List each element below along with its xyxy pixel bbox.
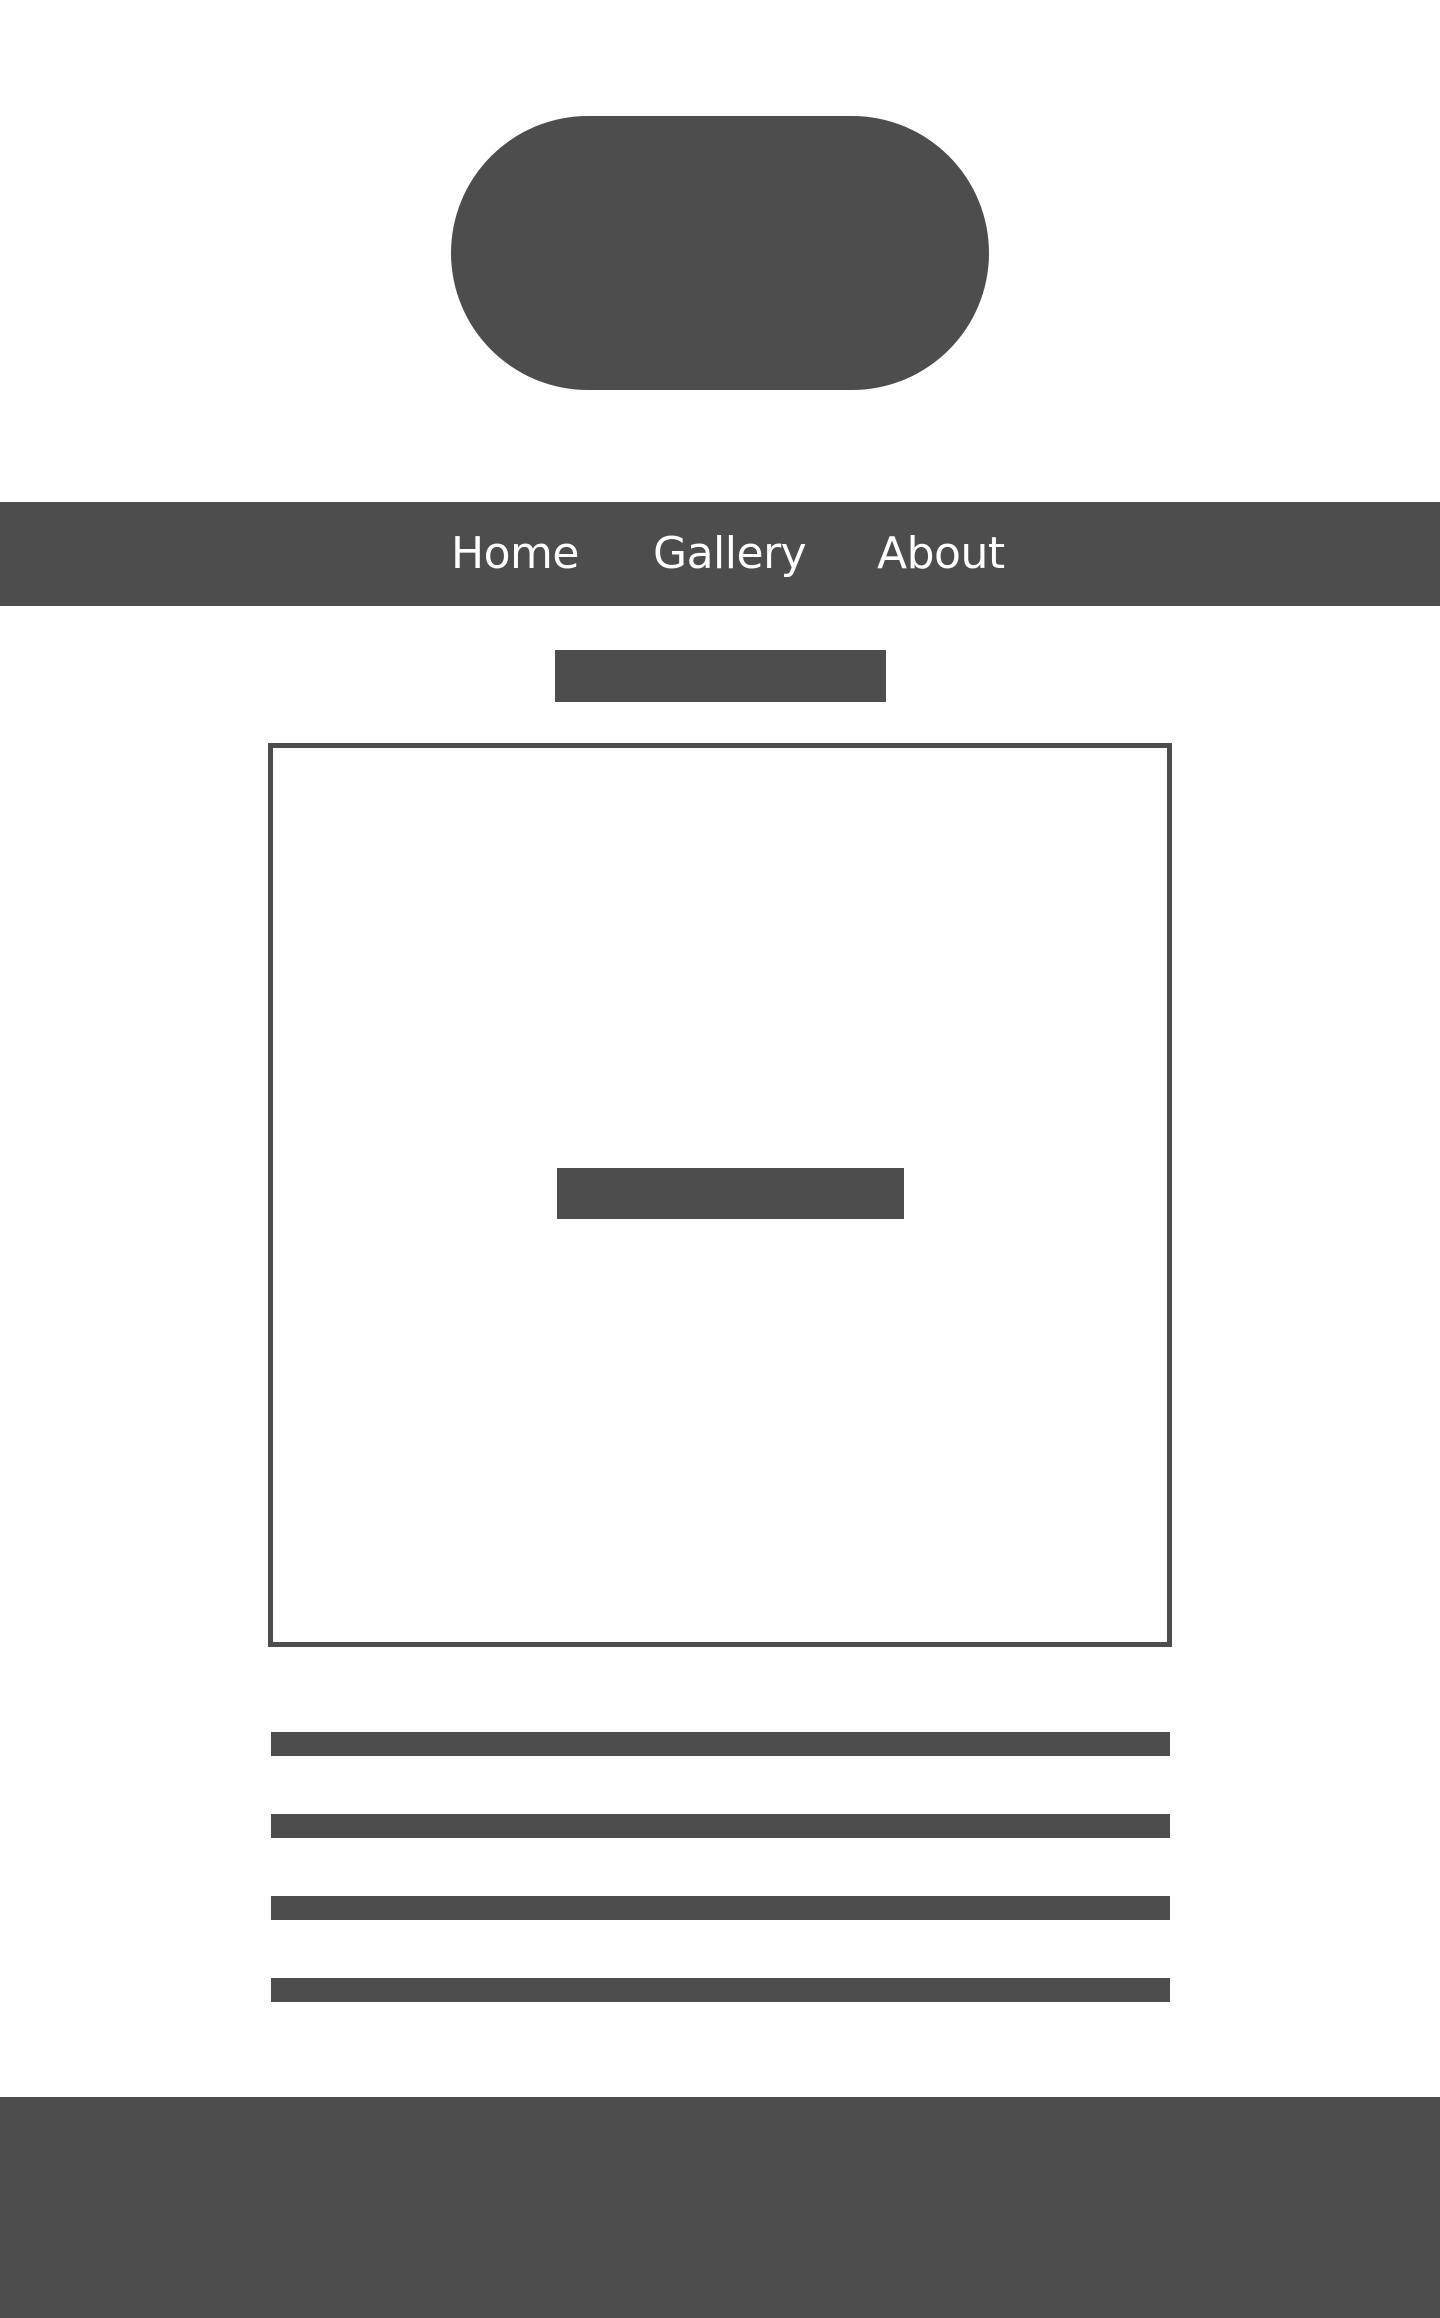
nav-link-home[interactable]: Home (451, 502, 579, 606)
nav-link-gallery[interactable]: Gallery (653, 502, 807, 606)
logo-placeholder[interactable] (451, 116, 989, 390)
text-line-placeholder (271, 1978, 1170, 2002)
text-line-placeholder (271, 1896, 1170, 1920)
page: Home Gallery About (0, 0, 1440, 2318)
image-label-placeholder (557, 1168, 904, 1219)
main-navbar: Home Gallery About (0, 502, 1440, 606)
text-line-placeholder (271, 1732, 1170, 1756)
page-title-placeholder (555, 650, 886, 702)
footer (0, 2097, 1440, 2318)
text-line-placeholder (271, 1814, 1170, 1838)
nav-link-about[interactable]: About (877, 502, 1005, 606)
